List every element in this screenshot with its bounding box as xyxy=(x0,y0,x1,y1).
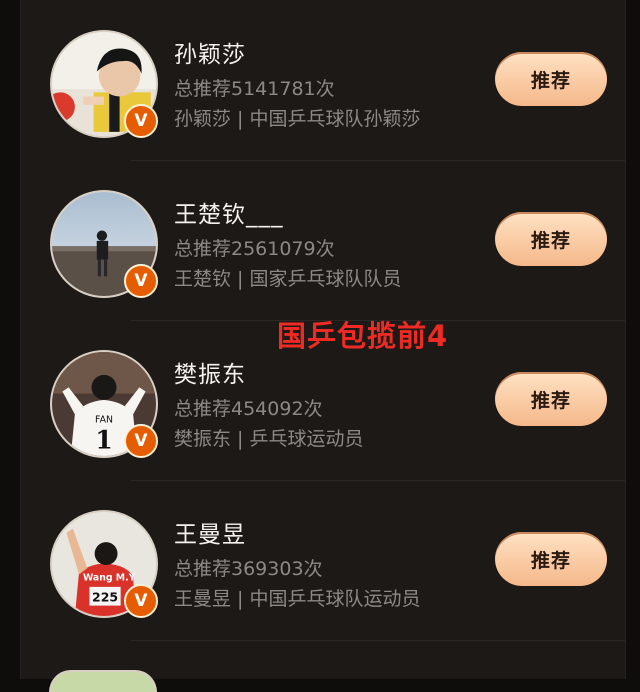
recommend-button[interactable]: 推荐 xyxy=(495,212,607,266)
overlay-caption: 国乒包揽前4 xyxy=(277,319,449,353)
user-name[interactable]: 樊振东 xyxy=(174,355,246,389)
list-item[interactable]: V 王楚钦___ 总推荐2561079次 王楚钦 | 国家乒乓球队队员 推荐 xyxy=(21,160,625,320)
verified-badge-icon: V xyxy=(124,584,158,618)
recommend-button[interactable]: 推荐 xyxy=(495,372,607,426)
verified-badge-icon: V xyxy=(124,264,158,298)
user-description: 王曼昱 | 中国乒乓球队运动员 xyxy=(174,588,421,610)
user-description: 孙颖莎 | 中国乒乓球队孙颖莎 xyxy=(174,108,421,130)
recommend-button[interactable]: 推荐 xyxy=(495,532,607,586)
list-item[interactable]: Wang M.Y 225 V 王曼昱 总推荐369303次 王曼昱 | 中国乒乓… xyxy=(21,480,625,640)
recommend-count: 总推荐2561079次 xyxy=(174,238,335,260)
recommend-count: 总推荐5141781次 xyxy=(174,78,335,100)
recommend-button[interactable]: 推荐 xyxy=(495,52,607,106)
user-description: 樊振东 | 乒乓球运动员 xyxy=(174,428,364,450)
recommend-count: 总推荐369303次 xyxy=(174,558,323,580)
verified-badge-icon: V xyxy=(124,424,158,458)
bib-number: 225 xyxy=(92,589,118,604)
next-avatar-partial xyxy=(49,670,157,692)
verified-badge-icon: V xyxy=(124,104,158,138)
user-description: 王楚钦 | 国家乒乓球队队员 xyxy=(174,268,402,290)
list-item[interactable]: V 孙颖莎 总推荐5141781次 孙颖莎 | 中国乒乓球队孙颖莎 推荐 xyxy=(21,0,625,160)
jersey-name: FAN xyxy=(95,415,113,426)
user-name[interactable]: 王曼昱 xyxy=(174,515,246,549)
jersey-number: 1 xyxy=(95,426,112,455)
bib-name: Wang M.Y xyxy=(83,573,136,584)
divider xyxy=(131,640,625,641)
user-name[interactable]: 王楚钦___ xyxy=(174,195,284,229)
recommend-count: 总推荐454092次 xyxy=(174,398,323,420)
user-name[interactable]: 孙颖莎 xyxy=(174,35,246,69)
